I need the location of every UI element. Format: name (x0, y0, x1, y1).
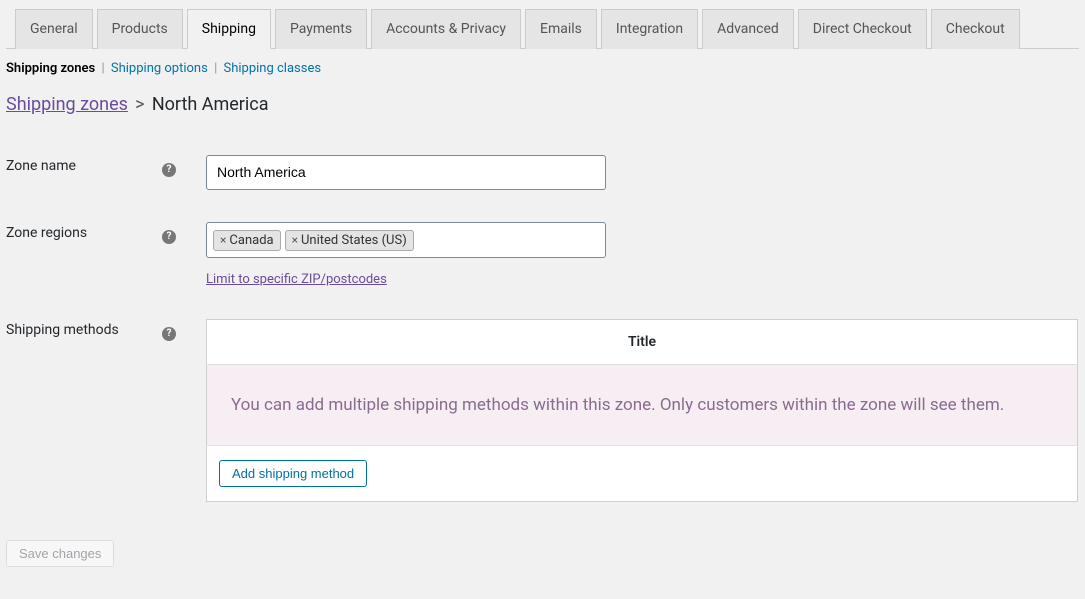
help-icon[interactable]: ? (162, 230, 176, 244)
methods-placeholder: You can add multiple shipping methods wi… (207, 365, 1078, 446)
tab-checkout[interactable]: Checkout (931, 9, 1020, 49)
zone-name-label: Zone name ? (6, 143, 206, 210)
tab-emails[interactable]: Emails (525, 9, 597, 49)
subnav-shipping-zones[interactable]: Shipping zones (6, 61, 95, 76)
save-changes-button[interactable]: Save changes (6, 540, 114, 567)
shipping-methods-table: Title You can add multiple shipping meth… (206, 319, 1078, 502)
zone-name-input[interactable] (206, 155, 606, 190)
help-icon[interactable]: ? (162, 327, 176, 341)
tab-direct-checkout[interactable]: Direct Checkout (798, 9, 927, 49)
settings-tabs: General Products Shipping Payments Accou… (6, 0, 1079, 49)
tab-shipping[interactable]: Shipping (187, 9, 271, 49)
shipping-methods-label: Shipping methods ? (6, 307, 206, 522)
remove-chip-icon[interactable]: × (220, 233, 226, 247)
subnav-shipping-options[interactable]: Shipping options (111, 61, 208, 76)
subnav-shipping-classes[interactable]: Shipping classes (223, 61, 321, 76)
tab-advanced[interactable]: Advanced (702, 9, 794, 49)
tab-products[interactable]: Products (97, 9, 183, 49)
tab-accounts-privacy[interactable]: Accounts & Privacy (371, 9, 521, 49)
tab-general[interactable]: General (15, 9, 93, 49)
breadcrumb-current: North America (152, 94, 269, 115)
region-chip: ×United States (US) (285, 230, 414, 251)
methods-table-header-title: Title (207, 320, 1078, 365)
breadcrumb: Shipping zones > North America (6, 94, 1079, 115)
help-icon[interactable]: ? (162, 163, 176, 177)
shipping-subnav: Shipping zones | Shipping options | Ship… (6, 59, 1079, 94)
zone-regions-input[interactable]: ×Canada ×United States (US) (206, 222, 606, 258)
tab-payments[interactable]: Payments (275, 9, 367, 49)
region-chip: ×Canada (213, 230, 281, 251)
add-shipping-method-button[interactable]: Add shipping method (219, 460, 367, 487)
limit-postcodes-link[interactable]: Limit to specific ZIP/postcodes (206, 272, 1079, 287)
zone-regions-label: Zone regions ? (6, 210, 206, 307)
tab-integration[interactable]: Integration (601, 9, 698, 49)
breadcrumb-root[interactable]: Shipping zones (6, 94, 128, 115)
remove-chip-icon[interactable]: × (292, 233, 298, 247)
